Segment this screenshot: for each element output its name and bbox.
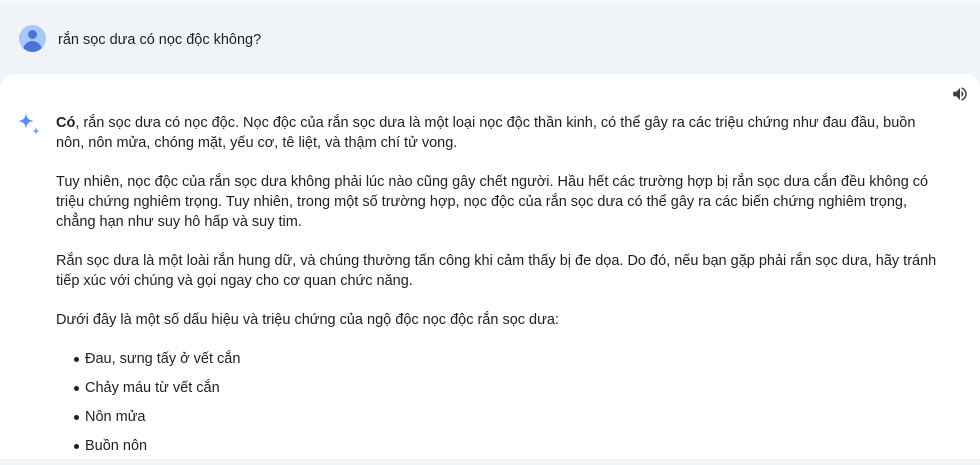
response-text: Có, rắn sọc dưa có nọc độc. Nọc độc của …: [56, 113, 946, 465]
speaker-volume-icon[interactable]: [950, 85, 970, 103]
user-query-text: rắn sọc dưa có nọc độc không?: [58, 32, 262, 48]
response-paragraph-2: Tuy nhiên, nọc độc của rắn sọc dưa không…: [56, 174, 929, 230]
avatar-body: [23, 41, 42, 52]
response-paragraph-3: Rắn sọc dưa là một loài rắn hung dữ, và …: [56, 253, 937, 289]
response-paragraph-1: Có, rắn sọc dưa có nọc độc. Nọc độc của …: [56, 113, 946, 153]
response-paragraph-4: Dưới đây là một số dấu hiệu và triệu chứ…: [56, 312, 559, 328]
intro-text: , rắn sọc dưa có nọc độc. Nọc độc của rắ…: [56, 115, 916, 151]
symptom-list: Đau, sưng tấy ở vết cắn Chảy máu từ vết …: [56, 349, 946, 456]
user-avatar-icon[interactable]: [19, 25, 46, 52]
user-query-bar: rắn sọc dưa có nọc độc không?: [0, 4, 980, 72]
list-item: Đau, sưng tấy ở vết cắn: [74, 349, 946, 369]
avatar-head: [28, 30, 37, 39]
gemini-sparkle-icon: [18, 113, 40, 135]
list-item: Buồn nôn: [74, 436, 946, 456]
intro-bold-text: Có: [56, 115, 76, 131]
list-item: Chảy máu từ vết cắn: [74, 378, 946, 398]
list-item: Nôn mửa: [74, 407, 946, 427]
